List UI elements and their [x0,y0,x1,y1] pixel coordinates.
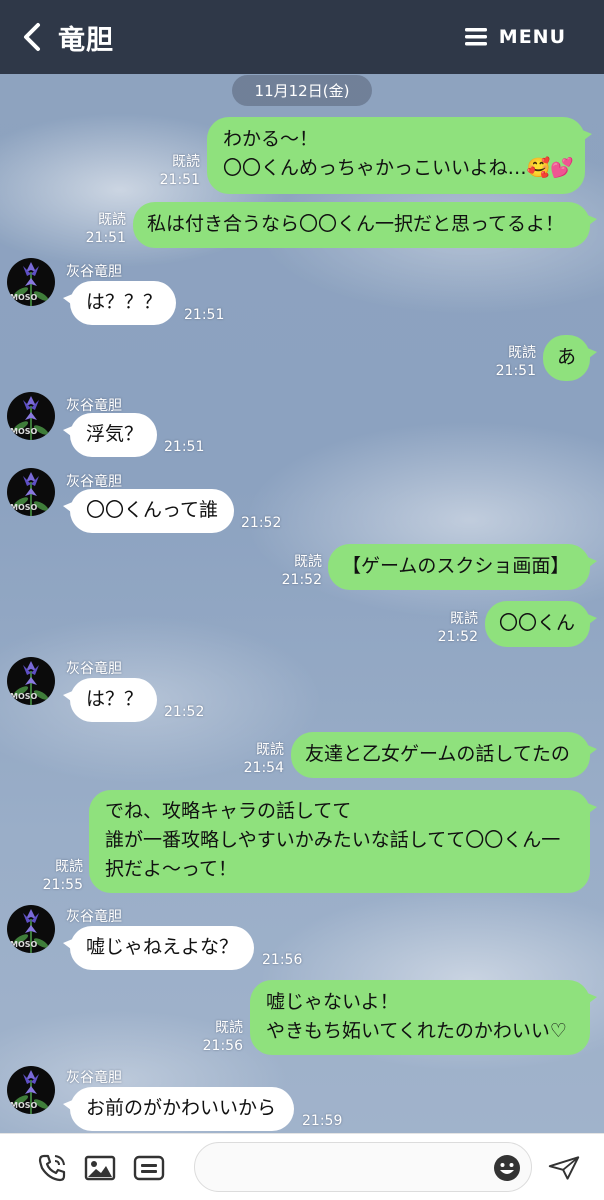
message-time: 21:52 [241,515,282,531]
image-button[interactable] [84,1152,116,1184]
message-bubble-received[interactable]: 浮気？ [63,413,157,457]
message-bubble-sent[interactable]: 友達と乙女ゲームの話してたの [291,732,597,778]
call-button[interactable] [36,1152,68,1184]
read-receipt: 既読 21:51 [85,212,126,246]
avatar-watermark: MOSO [10,427,38,436]
read-receipt: 既読 21:55 [42,859,83,893]
date-separator: 11月12日(金) [232,75,372,106]
avatar-watermark: MOSO [10,503,38,512]
hamburger-icon [464,28,487,46]
sender-name: 灰谷竜胆 [66,909,122,925]
avatar-watermark: MOSO [10,293,38,302]
message-bubble-received[interactable]: は？？？ [63,281,176,325]
sender-name: 灰谷竜胆 [66,398,122,414]
message-bubble-sent[interactable]: 私は付き合うなら〇〇くん一択だと思ってるよ！ [133,202,597,248]
message-bubble-sent[interactable]: 【ゲームのスクショ画面】 [328,544,597,590]
message-bubble-received[interactable]: お前のがかわいいから [63,1087,294,1131]
chat-title: 竜胆 [58,25,114,56]
sender-name: 灰谷竜胆 [66,474,122,490]
back-button[interactable] [14,18,50,56]
message-bubble-received[interactable]: は？？ [63,678,157,722]
avatar[interactable]: MOSO [7,392,55,440]
image-icon [84,1155,116,1181]
menu-button[interactable]: MENU [464,22,566,52]
sender-name: 灰谷竜胆 [66,1070,122,1086]
avatar-watermark: MOSO [10,1101,38,1110]
message-time: 21:51 [184,307,225,323]
message-bubble-sent[interactable]: 〇〇くん [485,601,597,647]
sender-name: 灰谷竜胆 [66,264,122,280]
message-time: 21:56 [262,952,303,968]
send-button[interactable] [548,1152,580,1184]
message-bubble-sent[interactable]: あ [543,335,597,381]
avatar[interactable]: MOSO [7,1066,55,1114]
message-bubble-received[interactable]: 嘘じゃねえよな？ [63,926,254,970]
avatar-watermark: MOSO [10,940,38,949]
message-input[interactable] [194,1142,532,1192]
message-time: 21:51 [164,439,205,455]
message-input-bar [0,1133,604,1200]
keyboard-button[interactable] [133,1152,165,1184]
read-receipt: 既読 21:52 [437,611,478,645]
message-time: 21:52 [164,704,205,720]
avatar[interactable]: MOSO [7,657,55,705]
message-bubble-received[interactable]: 〇〇くんって誰 [63,489,234,533]
read-receipt: 既読 21:52 [281,554,322,588]
avatar[interactable]: MOSO [7,905,55,953]
read-receipt: 既読 21:51 [495,345,536,379]
message-bubble-sent[interactable]: でね、攻略キャラの話してて 誰が一番攻略しやすいかみたいな話してて〇〇くん一 択だよ… [89,790,597,893]
keyboard-icon [133,1155,165,1181]
message-bubble-sent[interactable]: わかる〜！ 〇〇くんめっちゃかっこいいよね…🥰💕 [207,117,592,194]
paper-plane-icon [548,1156,580,1180]
read-receipt: 既読 21:56 [202,1020,243,1054]
chat-header: 竜胆 MENU [0,0,604,74]
avatar[interactable]: MOSO [7,468,55,516]
message-time: 21:59 [302,1113,343,1129]
smiley-icon[interactable] [493,1154,521,1182]
avatar[interactable]: MOSO [7,258,55,306]
message-bubble-sent[interactable]: 嘘じゃないよ！ やきもち妬いてくれたのかわいい♡ [250,980,597,1055]
avatar-watermark: MOSO [10,692,38,701]
menu-label: MENU [498,26,566,48]
read-receipt: 既読 21:51 [159,154,200,188]
phone-icon [38,1154,66,1182]
sender-name: 灰谷竜胆 [66,661,122,677]
chevron-left-icon [24,23,40,51]
read-receipt: 既読 21:54 [243,742,284,776]
